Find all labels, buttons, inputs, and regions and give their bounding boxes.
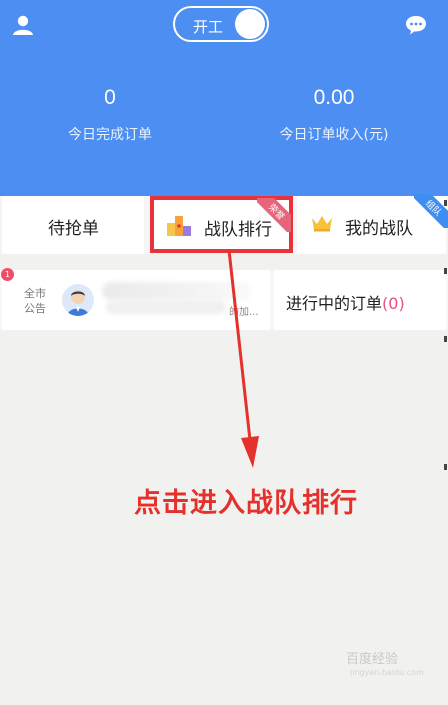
ongoing-orders-text: 进行中的订单: [286, 294, 383, 313]
edge-mark: [444, 336, 447, 342]
honor-ribbon: 荣誉: [257, 198, 291, 232]
edge-mark: [444, 200, 447, 206]
edge-mark: [444, 268, 447, 274]
ribbon-text: 组队: [414, 194, 448, 228]
city-notice[interactable]: 1 全市公告 的加...: [1, 268, 270, 330]
ribbon-text: 荣誉: [257, 198, 291, 232]
ongoing-orders[interactable]: 进行中的订单(0): [274, 270, 446, 330]
notice-bar: 1 全市公告 的加... 进行中的订单(0): [0, 268, 448, 330]
watermark-url: jingyan.baidu.com: [350, 668, 424, 677]
tab-pending-orders[interactable]: 待抢单: [2, 196, 144, 254]
person-avatar-icon: [67, 290, 89, 316]
stat-completed-orders: 0 今日完成订单: [20, 86, 200, 144]
tab-my-team[interactable]: 我的战队 组队: [297, 194, 448, 254]
notice-tag: 全市公告: [24, 287, 46, 315]
stat-value: 0.00: [313, 86, 355, 109]
stat-label: 今日完成订单: [68, 127, 152, 143]
crown-icon: [312, 216, 332, 232]
toggle-knob: [235, 9, 265, 39]
watermark: 百度经验: [346, 652, 399, 667]
ranking-blocks-icon: [167, 216, 191, 236]
avatar: [62, 284, 94, 316]
header-bar: 开工 0 今日完成订单 0.00 今日订单收入(元): [0, 0, 448, 196]
tab-team-ranking[interactable]: 战队排行 荣誉: [150, 196, 293, 253]
notice-badge: 1: [1, 268, 14, 281]
blurred-notice-text: [102, 282, 252, 300]
message-icon[interactable]: [404, 14, 428, 36]
notice-snippet: 的加...: [229, 307, 259, 318]
tab-label: 待抢单: [48, 219, 99, 239]
tab-bar: 待抢单 战队排行 荣誉 我的战队 组队: [0, 194, 448, 254]
ongoing-orders-count: (0): [382, 294, 405, 313]
user-icon[interactable]: [12, 14, 34, 36]
toggle-label: 开工: [193, 18, 224, 36]
stat-label: 今日订单收入(元): [279, 127, 389, 143]
stat-value: 0: [104, 86, 116, 109]
work-toggle[interactable]: 开工: [173, 6, 269, 42]
blurred-notice-text: [106, 300, 226, 314]
team-ribbon: 组队: [414, 194, 448, 228]
edge-mark: [444, 464, 447, 470]
annotation-text: 点击进入战队排行: [134, 488, 358, 519]
stat-order-income: 0.00 今日订单收入(元): [244, 86, 424, 144]
ongoing-orders-label: 进行中的订单(0): [286, 290, 405, 314]
tab-label: 我的战队: [345, 219, 413, 239]
